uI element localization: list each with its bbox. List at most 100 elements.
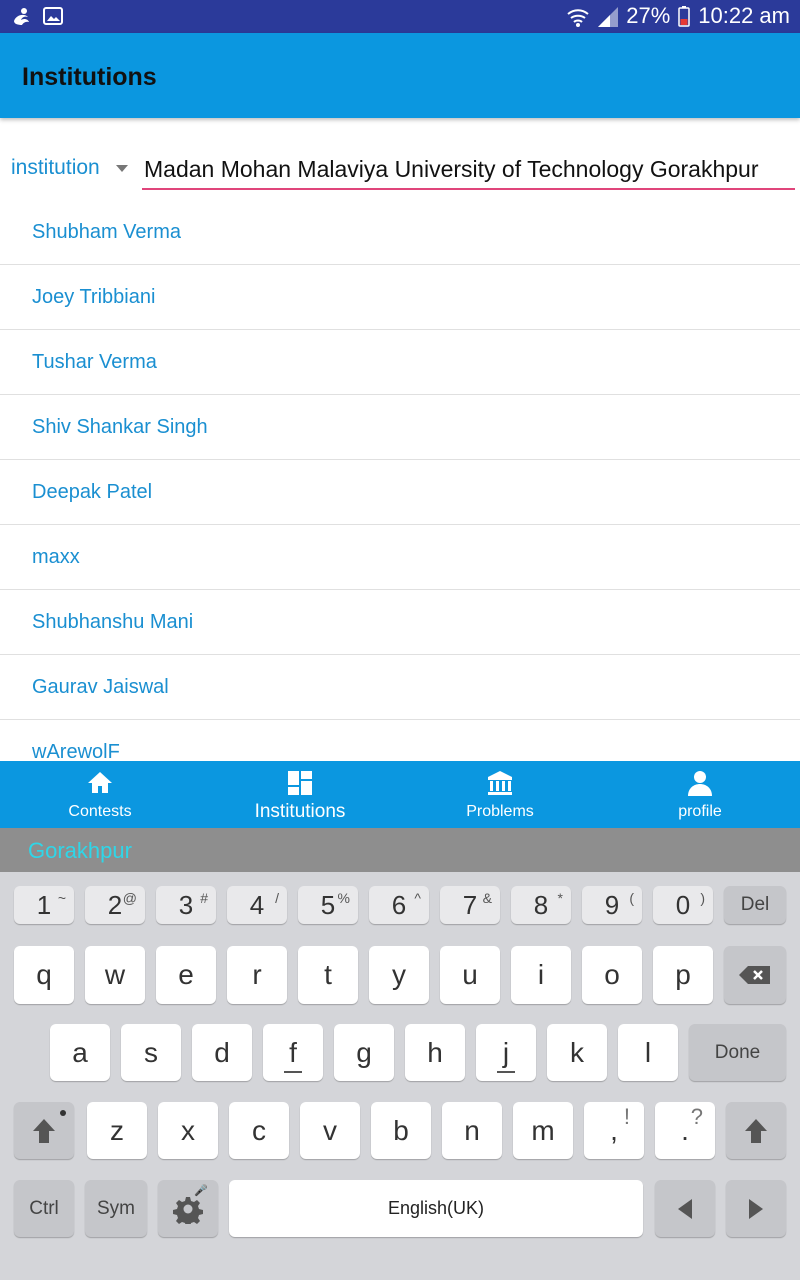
sym-key[interactable]: Sym [85, 1180, 147, 1237]
key-s[interactable]: s [121, 1024, 181, 1081]
key-c[interactable]: c [229, 1102, 289, 1159]
key-l[interactable]: l [618, 1024, 678, 1081]
list-item[interactable]: wArewolF [0, 720, 800, 762]
gear-icon [173, 1196, 203, 1224]
key-o[interactable]: o [582, 946, 642, 1004]
key-w[interactable]: w [85, 946, 145, 1004]
mic-icon: 🎤 [194, 1185, 208, 1197]
key-k[interactable]: k [547, 1024, 607, 1081]
key-g[interactable]: g [334, 1024, 394, 1081]
user-name: Tushar Verma [32, 350, 157, 373]
key-f[interactable]: f [263, 1024, 323, 1081]
key-alt-char: ( [629, 890, 634, 906]
key-char: , [610, 1114, 618, 1146]
list-item[interactable]: Gaurav Jaiswal [0, 655, 800, 720]
ctrl-key[interactable]: Ctrl [14, 1180, 74, 1237]
user-list[interactable]: Shubham Verma Joey Tribbiani Tushar Verm… [0, 200, 800, 761]
cursor-left-key[interactable] [655, 1180, 715, 1237]
key-0[interactable]: 0) [653, 886, 713, 924]
cursor-right-key[interactable] [726, 1180, 786, 1237]
key-n[interactable]: n [442, 1102, 502, 1159]
key-z[interactable]: z [87, 1102, 147, 1159]
key-char: 1 [36, 889, 52, 920]
key-q[interactable]: q [14, 946, 74, 1004]
filter-type-dropdown[interactable]: institution [11, 156, 128, 180]
key-6[interactable]: 6 ^ [369, 886, 429, 924]
key-7[interactable]: 7 & [440, 886, 500, 924]
list-item[interactable]: Shubhanshu Mani [0, 590, 800, 655]
key-8[interactable]: 8 * [511, 886, 571, 924]
key-y[interactable]: y [369, 946, 429, 1004]
list-item[interactable]: Joey Tribbiani [0, 265, 800, 330]
key-v[interactable]: v [300, 1102, 360, 1159]
nav-label: Problems [466, 803, 534, 820]
key-m[interactable]: m [513, 1102, 573, 1159]
dashboard-icon [288, 771, 312, 795]
key-char: 3 [178, 889, 194, 920]
suggestion-word[interactable]: Gorakhpur [28, 838, 132, 864]
key-alt-char: ! [623, 1104, 630, 1129]
key-d[interactable]: d [192, 1024, 252, 1081]
person-icon [688, 771, 712, 796]
backspace-key[interactable] [724, 946, 786, 1004]
key-alt-char: / [275, 890, 279, 906]
key-9[interactable]: 9( [582, 886, 642, 924]
user-name: Shubham Verma [32, 220, 181, 243]
key-i[interactable]: i [511, 946, 571, 1004]
home-key-marker [497, 1071, 515, 1073]
key-5[interactable]: 5% [298, 886, 358, 924]
space-key[interactable]: English(UK) [229, 1180, 643, 1237]
key-char: 7 [462, 889, 478, 920]
list-item[interactable]: Shiv Shankar Singh [0, 395, 800, 460]
shift-key-right[interactable] [726, 1102, 786, 1159]
key-r[interactable]: r [227, 946, 287, 1004]
key-2[interactable]: 2 @ [85, 886, 145, 924]
key-period[interactable]: .? [655, 1102, 715, 1159]
user-name: maxx [32, 545, 80, 568]
key-p[interactable]: p [653, 946, 713, 1004]
key-b[interactable]: b [371, 1102, 431, 1159]
list-item[interactable]: maxx [0, 525, 800, 590]
key-3[interactable]: 3 # [156, 886, 216, 924]
nav-profile[interactable]: profile [600, 761, 800, 828]
nav-label: Institutions [254, 801, 346, 822]
user-name: wArewolF [32, 740, 120, 762]
user-name: Shiv Shankar Singh [32, 415, 208, 438]
key-char: . [681, 1114, 689, 1146]
nav-institutions[interactable]: Institutions [200, 761, 400, 828]
key-comma[interactable]: ,! [584, 1102, 644, 1159]
key-x[interactable]: x [158, 1102, 218, 1159]
battery-icon [678, 5, 691, 27]
key-alt-char: * [557, 890, 563, 906]
key-e[interactable]: e [156, 946, 216, 1004]
done-key[interactable]: Done [689, 1024, 786, 1081]
key-1[interactable]: 1 ~ [14, 886, 74, 924]
key-a[interactable]: a [50, 1024, 110, 1081]
wifi-icon [566, 5, 589, 27]
user-name: Joey Tribbiani [32, 285, 156, 308]
dropdown-caret-icon [115, 164, 128, 172]
screen: 27% 10:22 am Institutions institution Sh… [0, 0, 800, 1280]
nav-label: Contests [68, 803, 132, 820]
list-item[interactable]: Deepak Patel [0, 460, 800, 525]
key-j[interactable]: j [476, 1024, 536, 1081]
shift-key-left[interactable] [14, 1102, 74, 1159]
shift-icon [745, 1118, 767, 1143]
key-4[interactable]: 4/ [227, 886, 287, 924]
key-h[interactable]: h [405, 1024, 465, 1081]
clock: 10:22 am [698, 3, 790, 28]
nav-problems[interactable]: Problems [400, 761, 600, 828]
del-key[interactable]: Del [724, 886, 786, 924]
institution-search-input[interactable] [142, 150, 795, 190]
key-char: j [502, 1036, 510, 1068]
key-u[interactable]: u [440, 946, 500, 1004]
key-t[interactable]: t [298, 946, 358, 1004]
key-char: 8 [533, 889, 549, 920]
list-item[interactable]: Tushar Verma [0, 330, 800, 395]
key-char: 9 [604, 889, 620, 920]
user-name: Gaurav Jaiswal [32, 675, 169, 698]
settings-key[interactable]: 🎤 [158, 1180, 218, 1237]
list-item[interactable]: Shubham Verma [0, 200, 800, 265]
signal-icon [596, 5, 619, 27]
nav-contests[interactable]: Contests [0, 761, 200, 828]
